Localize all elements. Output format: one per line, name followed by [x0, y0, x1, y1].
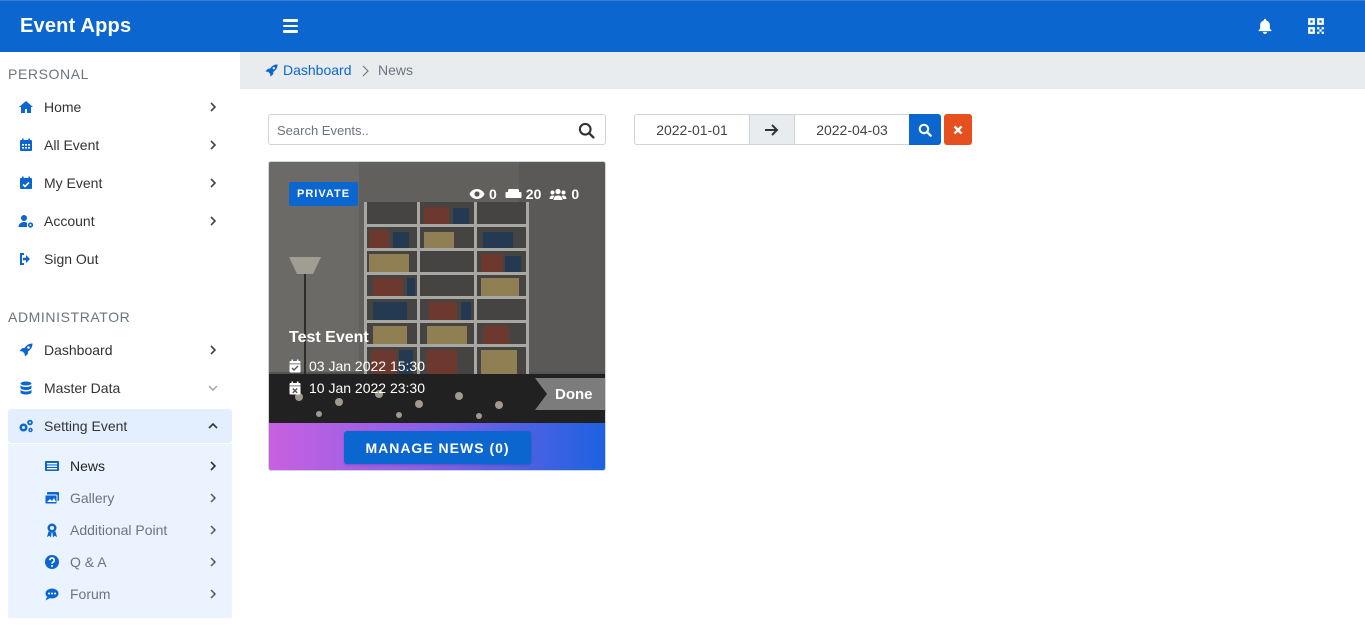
event-stats: 0 20 0: [469, 186, 587, 202]
user-cog-icon: [18, 215, 34, 228]
sidebar-item-setting-event[interactable]: Setting Event: [8, 409, 232, 443]
chevron-right-icon: [210, 102, 217, 112]
sidebar-item-label: Additional Point: [70, 522, 168, 538]
participants-stat: 0: [549, 186, 579, 202]
sidebar-item-news[interactable]: News: [8, 451, 232, 481]
calendar-check-icon: [20, 176, 32, 189]
question-circle-icon: [45, 555, 59, 569]
sidebar-item-label: My Event: [44, 175, 103, 191]
close-icon: [953, 125, 963, 134]
sidebar-item-label: News: [70, 458, 106, 474]
chevron-right-icon: [210, 557, 217, 567]
event-title[interactable]: Test Event: [289, 329, 369, 347]
bell-icon[interactable]: [1256, 17, 1274, 35]
images-icon: [44, 492, 59, 505]
sidebar-item-my-event[interactable]: My Event: [8, 166, 232, 200]
event-card: PRIVATE 0 20 0 Test Event 03 Jan 2022 15…: [268, 161, 606, 471]
sidebar-item-account[interactable]: Account: [8, 204, 232, 238]
rocket-icon: [265, 63, 278, 77]
sidebar-item-qa[interactable]: Q & A: [8, 547, 232, 577]
chevron-up-icon: [208, 422, 218, 429]
date-search-button[interactable]: [909, 114, 941, 145]
sidebar-item-additional-point[interactable]: Additional Point: [8, 515, 232, 545]
search-icon[interactable]: [578, 122, 595, 139]
chevron-right-icon: [210, 461, 217, 471]
sidebar-item-label: All Event: [44, 137, 100, 153]
couch-icon: [505, 189, 522, 198]
event-end-date: 10 Jan 2022 23:30: [289, 380, 425, 396]
arrow-right-icon: [765, 124, 779, 136]
event-end-text: 10 Jan 2022 23:30: [309, 380, 425, 396]
seats-count: 20: [525, 186, 542, 202]
sidebar-item-dashboard[interactable]: Dashboard: [8, 333, 232, 367]
sidebar-item-label: Master Data: [44, 380, 121, 396]
search-box: [268, 114, 606, 145]
breadcrumb-current: News: [378, 62, 414, 78]
menu-toggle-icon[interactable]: [283, 19, 298, 33]
sidebar-item-home[interactable]: Home: [8, 90, 232, 124]
sidebar-item-label: Sign Out: [44, 251, 99, 267]
award-icon: [47, 523, 57, 538]
breadcrumb-dashboard-link[interactable]: Dashboard: [264, 62, 352, 78]
chevron-right-icon: [210, 589, 217, 599]
card-footer: MANAGE NEWS (0): [269, 423, 605, 470]
chevron-right-icon: [210, 178, 217, 188]
date-clear-button[interactable]: [944, 114, 972, 145]
sidebar-item-label: Forum: [70, 586, 111, 602]
date-from-input[interactable]: 2022-01-01: [634, 114, 750, 145]
views-stat: 0: [469, 186, 497, 202]
sidebar-item-forum[interactable]: Forum: [8, 579, 232, 609]
setting-event-submenu: News Gallery Additional Point Q & A Foru…: [8, 444, 232, 618]
search-icon: [918, 123, 932, 137]
views-count: 0: [489, 186, 497, 202]
section-title-personal: PERSONAL: [8, 66, 90, 82]
date-range-separator: [749, 114, 795, 145]
database-icon: [20, 381, 32, 395]
sidebar-item-label: Account: [44, 213, 95, 229]
breadcrumb-home-label: Dashboard: [283, 62, 352, 78]
users-icon: [549, 188, 567, 200]
sidebar-item-label: Gallery: [70, 490, 115, 506]
eye-icon: [469, 189, 485, 199]
event-start-text: 03 Jan 2022 15:30: [309, 358, 425, 374]
chevron-right-icon: [210, 140, 217, 150]
seats-stat: 20: [505, 186, 542, 202]
sidebar-item-label: Setting Event: [44, 418, 128, 434]
search-input[interactable]: [277, 121, 567, 139]
date-to-input[interactable]: 2022-04-03: [794, 114, 910, 145]
sidebar-item-label: Dashboard: [44, 342, 113, 358]
chevron-down-icon: [208, 385, 218, 391]
app-title[interactable]: Event Apps: [20, 15, 131, 38]
calendar-times-icon: [289, 381, 301, 395]
section-title-administrator: ADMINISTRATOR: [8, 309, 131, 325]
participants-count: 0: [571, 186, 580, 202]
sign-out-icon: [20, 253, 30, 265]
chevron-right-icon: [210, 345, 217, 355]
sidebar-item-master-data[interactable]: Master Data: [8, 371, 232, 405]
chevron-right-icon: [210, 216, 217, 226]
rocket-icon: [19, 343, 33, 357]
sidebar-item-label: Q & A: [70, 554, 107, 570]
calendar-check-icon: [289, 359, 301, 373]
manage-news-button[interactable]: MANAGE NEWS (0): [344, 431, 531, 464]
private-badge: PRIVATE: [289, 182, 359, 206]
chevron-right-icon: [362, 65, 369, 77]
cogs-icon: [19, 419, 33, 433]
home-icon: [19, 101, 33, 113]
news-icon: [45, 461, 59, 471]
chevron-right-icon: [210, 525, 217, 535]
chevron-right-icon: [210, 493, 217, 503]
calendar-grid-icon: [20, 138, 32, 151]
sidebar-item-gallery[interactable]: Gallery: [8, 483, 232, 513]
sidebar-item-label: Home: [44, 99, 82, 115]
top-navbar: Event Apps: [0, 0, 1365, 52]
comment-icon: [45, 588, 59, 601]
status-label: Done: [555, 386, 593, 403]
sidebar: PERSONAL Home All Event My Event Account…: [0, 52, 240, 626]
event-start-date: 03 Jan 2022 15:30: [289, 358, 425, 374]
sidebar-item-sign-out[interactable]: Sign Out: [8, 242, 232, 276]
breadcrumb: Dashboard News: [240, 52, 1365, 89]
sidebar-item-all-event[interactable]: All Event: [8, 128, 232, 162]
qrcode-icon[interactable]: [1307, 17, 1325, 35]
